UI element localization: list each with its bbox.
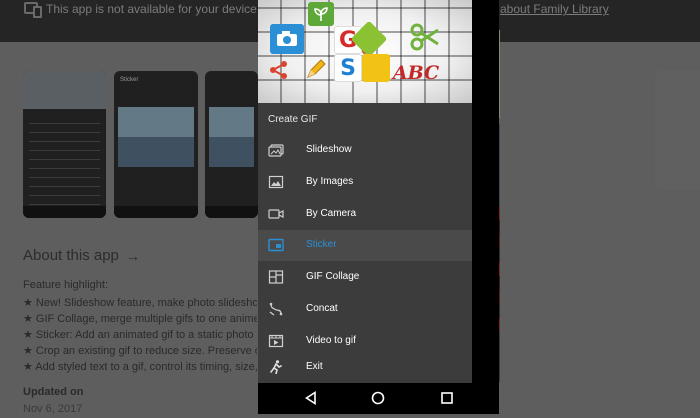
back-icon[interactable] [304,391,318,405]
updated-on-date: Nov 6, 2017 [23,403,83,415]
menu-item-by-camera[interactable]: By Camera [258,199,472,230]
menu-item-label: Video to gif [306,335,356,346]
concat-icon [269,302,283,316]
side-thumbnail [655,70,700,190]
availability-notice: This app is not available for your devic… [46,2,257,16]
menu-item-exit[interactable]: Exit [258,352,472,383]
sticker-icon [268,238,284,252]
phone-screen: G S ABC Create GIF Slideshow By Images B… [258,0,499,414]
updated-on-label: Updated on [23,386,84,398]
recents-icon[interactable] [440,391,454,405]
devices-icon [24,2,42,18]
feature-line: ★ Sticker: Add an animated gif to a stat… [23,329,257,341]
menu-item-label: Exit [306,361,323,372]
video-camera-icon [268,209,284,219]
arrow-right-icon[interactable]: → [126,248,140,264]
exit-running-icon [270,360,282,374]
image-icon [268,175,284,189]
menu-item-concat[interactable]: Concat [258,294,472,325]
menu-item-sticker[interactable]: Sticker [258,230,472,261]
abc-text-tile: ABC [392,62,440,84]
about-this-app-heading[interactable]: About this app [23,247,119,264]
home-icon[interactable] [371,391,385,405]
menu-item-gif-collage[interactable]: GIF Collage [258,262,472,293]
feature-line: ★ GIF Collage, merge multiple gifs to on… [23,313,257,325]
app-banner: G S ABC [258,0,472,103]
yellow-tile [362,54,390,82]
collage-icon [268,270,284,284]
video-film-icon [268,334,284,348]
create-gif-menu: Create GIF Slideshow By Images By Camera… [258,103,472,383]
feature-line: ★ Add styled text to a gif, control its … [23,361,257,373]
app-screenshot-3[interactable] [205,71,258,218]
menu-item-label: Slideshow [306,144,352,155]
app-screenshot-2[interactable]: Sticker [114,71,198,218]
feature-line: ★ Crop an existing gif to reduce size. P… [23,345,257,357]
menu-item-label: Sticker [306,239,337,250]
feature-line: ★ New! Slideshow feature, make photo sli… [23,297,257,309]
family-library-link[interactable]: about Family Library [500,2,609,16]
menu-item-by-images[interactable]: By Images [258,167,472,198]
share-icon [266,56,292,84]
menu-item-slideshow[interactable]: Slideshow [258,135,472,166]
app-screenshot-1[interactable] [23,71,106,218]
menu-item-label: By Images [306,176,354,187]
slideshow-icon [268,144,284,157]
scissors-icon [408,20,442,54]
menu-item-label: By Camera [306,208,357,219]
s-letter-tile: S [334,54,362,82]
menu-item-label: GIF Collage [306,271,360,282]
menu-item-label: Concat [306,303,338,314]
menu-title: Create GIF [268,114,318,125]
screenshot-header: Sticker [120,77,139,83]
plant-icon [308,2,334,26]
pencil-icon [302,56,330,82]
camera-icon [270,24,304,54]
system-navigation-bar [258,383,499,414]
feature-line: Feature highlight: [23,279,108,291]
